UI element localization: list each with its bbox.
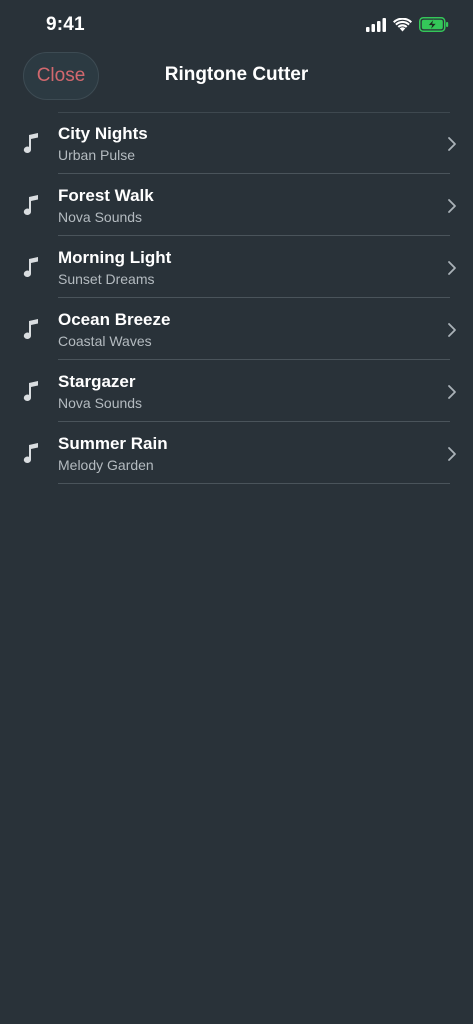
list-item[interactable]: Stargazer Nova Sounds xyxy=(0,360,473,422)
song-artist: Nova Sounds xyxy=(58,209,143,225)
status-time: 9:41 xyxy=(46,14,85,35)
song-title: Morning Light xyxy=(58,248,172,267)
song-artist: Urban Pulse xyxy=(58,147,136,163)
header: Close Ringtone Cutter xyxy=(0,52,473,112)
chevron-right-icon xyxy=(448,447,456,461)
chevron-right-icon xyxy=(448,261,456,275)
list-item[interactable]: City Nights Urban Pulse xyxy=(0,112,473,174)
music-note-icon xyxy=(23,443,38,463)
cellular-signal-icon xyxy=(366,17,386,32)
music-note-icon xyxy=(23,195,38,215)
page-title: Ringtone Cutter xyxy=(164,64,309,85)
song-title: Forest Walk xyxy=(58,186,154,205)
status-icons xyxy=(366,17,449,32)
row-divider xyxy=(58,483,450,484)
music-note-icon xyxy=(23,319,38,339)
song-title: Stargazer xyxy=(58,372,136,391)
song-title: Ocean Breeze xyxy=(58,310,171,329)
chevron-right-icon xyxy=(448,137,456,151)
song-title: City Nights xyxy=(58,124,148,143)
music-note-icon xyxy=(23,133,38,153)
chevron-right-icon xyxy=(448,323,456,337)
song-artist: Sunset Dreams xyxy=(58,271,155,287)
chevron-right-icon xyxy=(448,199,456,213)
song-artist: Melody Garden xyxy=(58,457,154,473)
song-title: Summer Rain xyxy=(58,434,168,453)
song-artist: Coastal Waves xyxy=(58,333,152,349)
song-artist: Nova Sounds xyxy=(58,395,143,411)
list-item[interactable]: Morning Light Sunset Dreams xyxy=(0,236,473,298)
list-item[interactable]: Summer Rain Melody Garden xyxy=(0,422,473,484)
battery-charging-icon xyxy=(419,17,449,32)
song-list: City Nights Urban Pulse Forest Walk Nova… xyxy=(0,112,473,484)
chevron-right-icon xyxy=(448,385,456,399)
music-note-icon xyxy=(23,381,38,401)
list-item[interactable]: Ocean Breeze Coastal Waves xyxy=(0,298,473,360)
status-bar: 9:41 xyxy=(0,0,473,52)
wifi-icon xyxy=(393,17,412,31)
list-item[interactable]: Forest Walk Nova Sounds xyxy=(0,174,473,236)
music-note-icon xyxy=(23,257,38,277)
